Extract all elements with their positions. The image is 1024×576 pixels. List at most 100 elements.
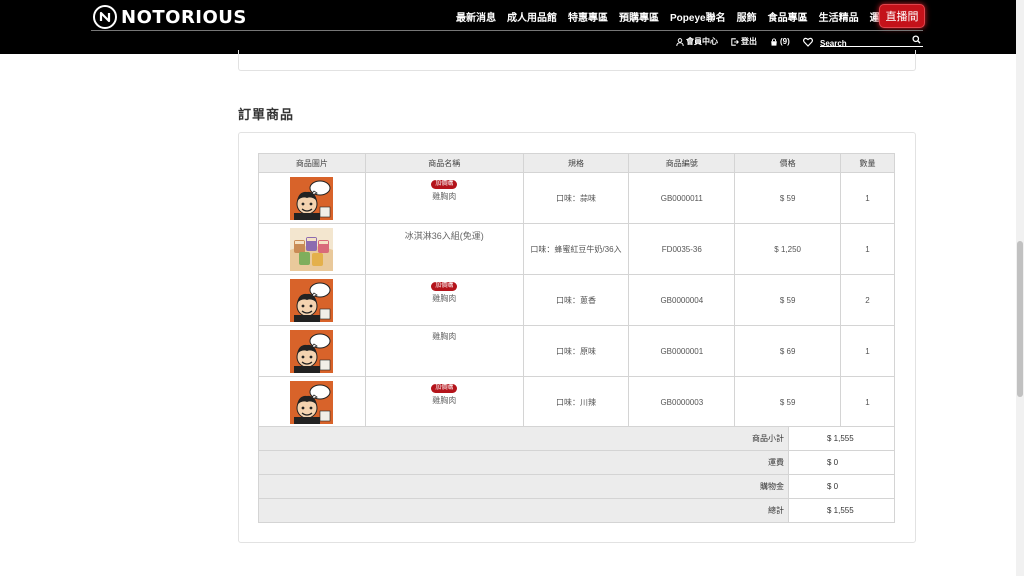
brand-name: NOTORIOUS (121, 6, 247, 28)
product-spec: 口味：蔥香 (522, 274, 630, 326)
product-qty: 1 (840, 325, 895, 377)
addon-badge: 加價購 (431, 282, 458, 291)
addon-badge: 加價購 (431, 180, 458, 189)
totals-row: 購物金 $ 0 (258, 474, 895, 499)
product-image-cell[interactable] (258, 172, 366, 224)
table-row: 冰淇淋36入組(免運) 口味：蜂蜜紅豆牛奶/36入 FD0035-36 $ 1,… (258, 223, 895, 275)
scrollbar-thumb[interactable] (1017, 241, 1023, 397)
table-row: 加價購 雞胸肉 口味：蒜味 GB0000011 $ 59 1 (258, 172, 895, 224)
product-image-cell[interactable] (258, 376, 366, 428)
subtotal-label: 商品小計 (258, 426, 789, 451)
grand-total-label: 總計 (258, 498, 789, 523)
product-code: GB0000001 (628, 325, 736, 377)
chicken-breast-product-image[interactable] (290, 329, 334, 373)
member-center-link[interactable]: 會員中心 (676, 36, 718, 47)
product-qty: 1 (840, 172, 895, 224)
member-center-label: 會員中心 (686, 37, 718, 46)
product-name[interactable]: 雞胸肉 (366, 331, 523, 342)
header-spec: 規格 (522, 153, 630, 173)
product-code: FD0035-36 (628, 223, 736, 275)
page-scrollbar[interactable] (1016, 0, 1024, 576)
nav-special-offers[interactable]: 特惠專區 (568, 9, 608, 24)
product-name-cell: 加價購 雞胸肉 (364, 172, 524, 224)
shipping-value: $ 0 (788, 450, 895, 475)
product-spec: 口味：原味 (522, 325, 630, 377)
table-row: 加價購 雞胸肉 口味：川辣 GB0000003 $ 59 1 (258, 376, 895, 428)
heart-icon (802, 37, 813, 47)
product-price: $ 69 (734, 325, 842, 377)
grand-total-value: $ 1,555 (788, 498, 895, 523)
nav-preorder[interactable]: 預購專區 (619, 9, 659, 24)
totals-row: 商品小計 $ 1,555 (258, 426, 895, 451)
cart-link[interactable]: (9) (770, 37, 790, 46)
previous-section-card (238, 50, 916, 71)
product-qty: 1 (840, 376, 895, 428)
table-row: 雞胸肉 口味：原味 GB0000001 $ 69 1 (258, 325, 895, 377)
product-name[interactable]: 雞胸肉 (366, 395, 523, 406)
product-name-cell: 加價購 雞胸肉 (364, 376, 524, 428)
header-image: 商品圖片 (258, 153, 366, 173)
product-code: GB0000011 (628, 172, 736, 224)
subtotal-value: $ 1,555 (788, 426, 895, 451)
addon-badge: 加價購 (431, 384, 458, 393)
logout-link[interactable]: 登出 (731, 36, 757, 47)
product-image-cell[interactable] (258, 274, 366, 326)
cart-count: (9) (780, 37, 790, 46)
chicken-breast-product-image[interactable] (290, 278, 334, 322)
product-code: GB0000004 (628, 274, 736, 326)
shipping-label: 運費 (258, 450, 789, 475)
nav-popeye[interactable]: Popeye聯名 (670, 9, 726, 24)
product-qty: 2 (840, 274, 895, 326)
logout-icon (731, 37, 739, 46)
brand-mark-icon (93, 5, 117, 29)
nav-food[interactable]: 食品專區 (768, 9, 808, 24)
product-spec: 口味：蒜味 (522, 172, 630, 224)
product-code: GB0000003 (628, 376, 736, 428)
header-divider (91, 30, 923, 31)
product-price: $ 59 (734, 172, 842, 224)
search-box (820, 33, 923, 50)
totals-row: 總計 $ 1,555 (258, 498, 895, 523)
shopping-credit-value: $ 0 (788, 474, 895, 499)
product-price: $ 59 (734, 274, 842, 326)
live-stream-button[interactable]: 直播間 (879, 4, 925, 28)
product-price: $ 1,250 (734, 223, 842, 275)
wishlist-link[interactable] (802, 37, 813, 47)
shopping-bag-icon (771, 37, 777, 46)
table-row: 加價購 雞胸肉 口味：蔥香 GB0000004 $ 59 2 (258, 274, 895, 326)
product-name-cell: 雞胸肉 (364, 325, 524, 377)
section-title: 訂單商品 (238, 107, 295, 122)
nav-lifestyle[interactable]: 生活精品 (819, 9, 859, 24)
search-icon[interactable] (912, 35, 921, 44)
nav-apparel[interactable]: 服飾 (737, 9, 757, 24)
totals-row: 運費 $ 0 (258, 450, 895, 475)
user-icon (676, 37, 684, 46)
chicken-breast-product-image[interactable] (290, 176, 334, 220)
ice-cream-product-image[interactable] (290, 227, 334, 271)
order-items-table: 商品圖片 商品名稱 規格 商品編號 價格 數量 加價購 雞胸肉 口味：蒜味 GB… (258, 153, 895, 428)
product-image-cell[interactable] (258, 223, 366, 275)
product-name[interactable]: 冰淇淋36入組(免運) (366, 229, 523, 242)
header-code: 商品編號 (628, 153, 736, 173)
site-header: NOTORIOUS 最新消息 成人用品館 特惠專區 預購專區 Popeye聯名 … (0, 0, 1016, 54)
nav-adult-products[interactable]: 成人用品館 (507, 9, 557, 24)
order-totals-table: 商品小計 $ 1,555 運費 $ 0 購物金 $ 0 總計 $ 1,555 (258, 426, 895, 523)
brand-logo[interactable]: NOTORIOUS (93, 5, 247, 29)
product-name-cell: 加價購 雞胸肉 (364, 274, 524, 326)
header-qty: 數量 (840, 153, 895, 173)
search-input[interactable] (820, 37, 905, 50)
product-name[interactable]: 雞胸肉 (366, 191, 523, 202)
table-header-row: 商品圖片 商品名稱 規格 商品編號 價格 數量 (258, 153, 895, 173)
chicken-breast-product-image[interactable] (290, 380, 334, 424)
product-qty: 1 (840, 223, 895, 275)
nav-news[interactable]: 最新消息 (456, 9, 496, 24)
product-spec: 口味：蜂蜜紅豆牛奶/36入 (522, 223, 630, 275)
product-image-cell[interactable] (258, 325, 366, 377)
shopping-credit-label: 購物金 (258, 474, 789, 499)
product-name[interactable]: 雞胸肉 (366, 293, 523, 304)
logout-label: 登出 (741, 37, 757, 46)
header-name: 商品名稱 (364, 153, 524, 173)
user-nav: 會員中心 登出 (9) (676, 36, 826, 47)
header-price: 價格 (734, 153, 842, 173)
product-price: $ 59 (734, 376, 842, 428)
